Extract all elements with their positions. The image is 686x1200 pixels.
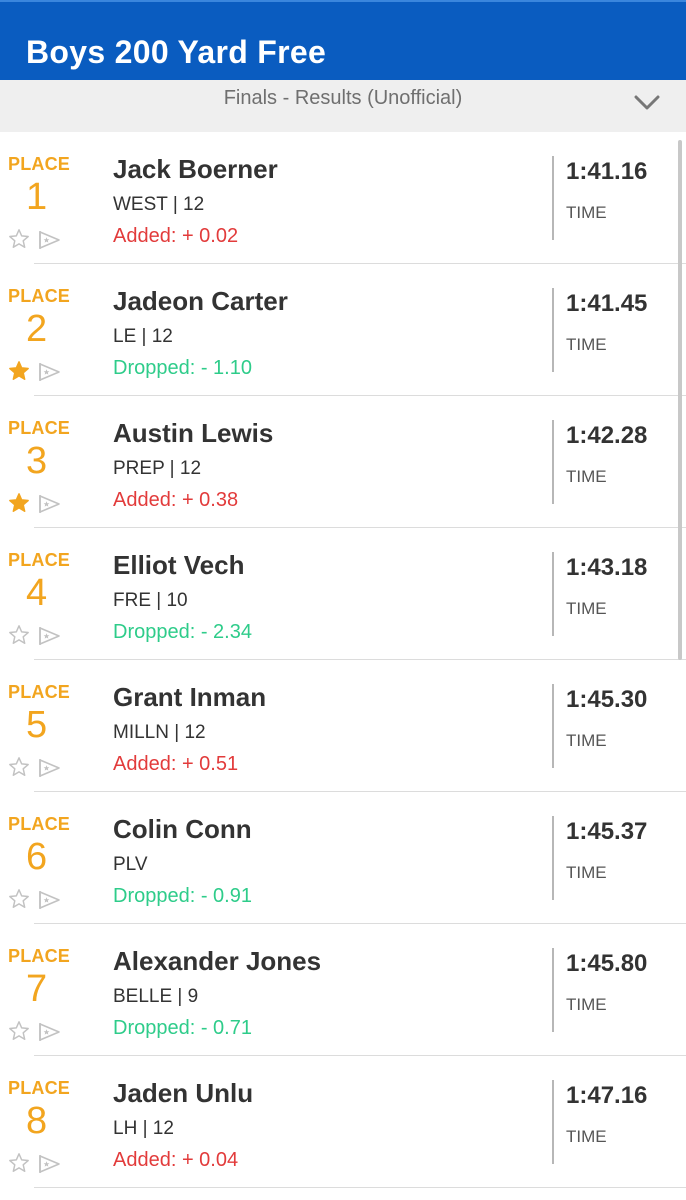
flag-icon[interactable]	[37, 362, 61, 382]
swimmer-name: Colin Conn	[113, 814, 252, 844]
team-grade: BELLE | 9	[113, 986, 199, 1007]
column-divider	[552, 816, 554, 900]
flag-icon[interactable]	[37, 890, 61, 910]
time-delta: Dropped: - 1.10	[113, 357, 252, 379]
star-icon[interactable]	[8, 756, 30, 778]
time-label: TIME	[566, 731, 607, 750]
team-grade: PLV	[113, 854, 148, 875]
place-label: PLACE	[8, 286, 71, 306]
column-divider	[552, 420, 554, 504]
time-label: TIME	[566, 467, 607, 486]
swim-time: 1:47.16	[566, 1082, 648, 1109]
place-label: PLACE	[8, 946, 71, 966]
place-number: 5	[26, 704, 48, 746]
place-label: PLACE	[8, 154, 71, 174]
swimmer-name: Jaden Unlu	[113, 1078, 254, 1108]
column-divider	[552, 552, 554, 636]
place-label: PLACE	[8, 418, 71, 438]
place-number: 8	[26, 1100, 48, 1142]
star-icon[interactable]	[8, 888, 30, 910]
row-divider	[34, 1187, 686, 1188]
event-header: Boys 200 Yard Free	[0, 0, 686, 80]
swim-time: 1:42.28	[566, 422, 648, 449]
time-delta: Dropped: - 0.91	[113, 885, 252, 907]
star-icon[interactable]	[8, 360, 30, 382]
result-row[interactable]: PLACE 2 Jadeon Carter LE | 12 Dropped: -…	[0, 264, 686, 396]
results-list: PLACE 1 Jack Boerner WEST | 12 Added: + …	[0, 132, 686, 1188]
star-icon[interactable]	[8, 624, 30, 646]
result-row[interactable]: PLACE 3 Austin Lewis PREP | 12 Added: + …	[0, 396, 686, 528]
column-divider	[552, 948, 554, 1032]
place-label: PLACE	[8, 550, 71, 570]
swimmer-name: Elliot Vech	[113, 550, 245, 580]
swim-time: 1:45.80	[566, 950, 648, 977]
time-label: TIME	[566, 995, 607, 1014]
time-label: TIME	[566, 1127, 607, 1146]
result-row[interactable]: PLACE 7 Alexander Jones BELLE | 9 Droppe…	[0, 924, 686, 1056]
time-label: TIME	[566, 335, 607, 354]
column-divider	[552, 288, 554, 372]
swim-time: 1:45.30	[566, 686, 648, 713]
team-grade: LH | 12	[113, 1118, 174, 1139]
team-grade: FRE | 10	[113, 590, 188, 611]
scrollbar[interactable]	[678, 140, 682, 660]
swimmer-name: Grant Inman	[113, 682, 267, 712]
time-delta: Dropped: - 0.71	[113, 1017, 252, 1039]
flag-icon[interactable]	[37, 626, 61, 646]
result-row[interactable]: PLACE 4 Elliot Vech FRE | 10 Dropped: - …	[0, 528, 686, 660]
star-icon[interactable]	[8, 492, 30, 514]
event-title: Boys 200 Yard Free	[26, 34, 327, 70]
time-label: TIME	[566, 863, 607, 882]
swim-time: 1:41.45	[566, 290, 648, 317]
swim-time: 1:41.16	[566, 158, 648, 185]
place-number: 7	[26, 968, 48, 1010]
swimmer-name: Alexander Jones	[113, 946, 322, 976]
swimmer-name: Jack Boerner	[113, 154, 278, 184]
column-divider	[552, 156, 554, 240]
result-row[interactable]: PLACE 1 Jack Boerner WEST | 12 Added: + …	[0, 132, 686, 264]
swim-time: 1:43.18	[566, 554, 648, 581]
flag-icon[interactable]	[37, 230, 61, 250]
column-divider	[552, 684, 554, 768]
chevron-down-icon[interactable]	[634, 94, 660, 112]
place-label: PLACE	[8, 814, 71, 834]
place-label: PLACE	[8, 682, 71, 702]
team-grade: MILLN | 12	[113, 722, 206, 743]
place-number: 2	[26, 308, 48, 350]
flag-icon[interactable]	[37, 1022, 61, 1042]
swim-time: 1:45.37	[566, 818, 648, 845]
time-label: TIME	[566, 599, 607, 618]
team-grade: LE | 12	[113, 326, 173, 347]
round-subtitle: Finals - Results (Unofficial)	[223, 87, 463, 109]
place-label: PLACE	[8, 1078, 71, 1098]
star-icon[interactable]	[8, 228, 30, 250]
place-number: 6	[26, 836, 48, 878]
column-divider	[552, 1080, 554, 1164]
team-grade: PREP | 12	[113, 458, 202, 479]
star-icon[interactable]	[8, 1020, 30, 1042]
star-icon[interactable]	[8, 1152, 30, 1174]
place-number: 4	[26, 572, 48, 614]
result-row[interactable]: PLACE 5 Grant Inman MILLN | 12 Added: + …	[0, 660, 686, 792]
round-selector[interactable]: Finals - Results (Unofficial)	[0, 80, 686, 132]
flag-icon[interactable]	[37, 494, 61, 514]
time-delta: Added: + 0.04	[113, 1149, 239, 1171]
place-number: 1	[26, 176, 48, 218]
flag-icon[interactable]	[37, 1154, 61, 1174]
time-delta: Dropped: - 2.34	[113, 621, 252, 643]
time-label: TIME	[566, 203, 607, 222]
team-grade: WEST | 12	[113, 194, 205, 215]
flag-icon[interactable]	[37, 758, 61, 778]
swimmer-name: Jadeon Carter	[113, 286, 288, 316]
time-delta: Added: + 0.02	[113, 225, 239, 247]
result-row[interactable]: PLACE 8 Jaden Unlu LH | 12 Added: + 0.04…	[0, 1056, 686, 1188]
swimmer-name: Austin Lewis	[113, 418, 274, 448]
time-delta: Added: + 0.38	[113, 489, 239, 511]
time-delta: Added: + 0.51	[113, 753, 239, 775]
place-number: 3	[26, 440, 48, 482]
result-row[interactable]: PLACE 6 Colin Conn PLV Dropped: - 0.91 1…	[0, 792, 686, 924]
